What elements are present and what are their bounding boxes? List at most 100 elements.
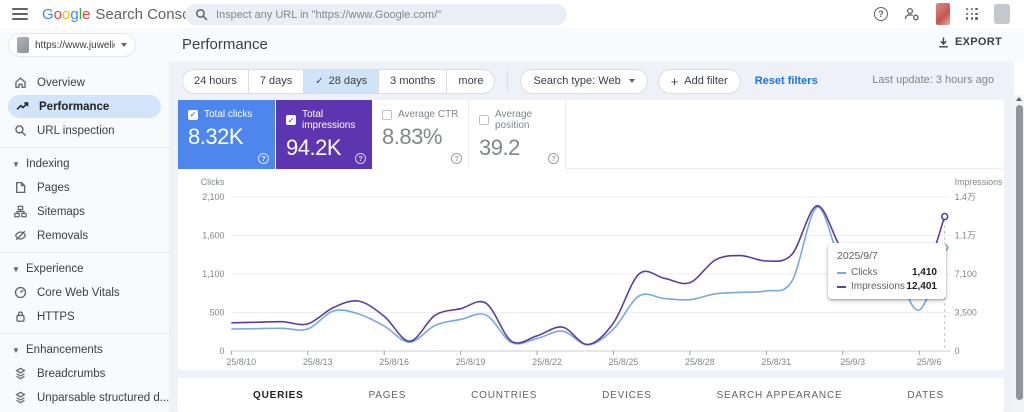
sidebar-section-indexing[interactable]: ▼ Indexing bbox=[0, 153, 169, 175]
download-icon bbox=[939, 37, 948, 48]
page-title: Performance bbox=[182, 36, 268, 53]
range-3-months[interactable]: 3 months bbox=[378, 69, 446, 93]
sidebar-item-url-inspection[interactable]: URL inspection bbox=[0, 119, 163, 142]
menu-icon[interactable] bbox=[12, 8, 28, 20]
svg-text:Impressions: Impressions bbox=[955, 177, 1003, 187]
svg-text:25/8/25: 25/8/25 bbox=[609, 357, 639, 367]
scroll-up-icon[interactable] bbox=[1016, 97, 1022, 101]
manage-users-icon[interactable] bbox=[904, 7, 920, 21]
apps-grid-icon[interactable] bbox=[966, 8, 978, 20]
tab-countries[interactable]: COUNTRIES bbox=[471, 390, 537, 401]
sidebar-item-sitemaps[interactable]: Sitemaps bbox=[0, 200, 163, 223]
sidebar: Overview Performance URL inspection ▼ In… bbox=[0, 62, 170, 412]
svg-text:1.1万: 1.1万 bbox=[955, 230, 976, 240]
impressions-series-swatch bbox=[837, 285, 846, 288]
help-icon[interactable]: ? bbox=[355, 153, 366, 164]
help-icon[interactable]: ? bbox=[258, 153, 269, 164]
range-more[interactable]: more bbox=[446, 69, 494, 93]
divider bbox=[0, 147, 169, 148]
tab-queries[interactable]: QUERIES bbox=[253, 390, 304, 401]
total-clicks-card[interactable]: ✓ Total clicks 8.32K ? bbox=[178, 100, 275, 169]
svg-text:7,100: 7,100 bbox=[955, 269, 977, 279]
svg-text:25/8/28: 25/8/28 bbox=[685, 357, 715, 367]
core-web-vitals-icon bbox=[14, 286, 27, 299]
svg-text:25/9/6: 25/9/6 bbox=[917, 357, 942, 367]
search-type-dropdown[interactable]: Search type: Web bbox=[520, 68, 648, 94]
export-button[interactable]: EXPORT bbox=[938, 36, 1002, 48]
tooltip-impressions-row: Impressions 12,401 bbox=[837, 281, 937, 292]
checkbox-unchecked-icon[interactable] bbox=[479, 115, 489, 125]
metric-cards-row: ✓ Total clicks 8.32K ? ✓ Total impressions… bbox=[178, 100, 1004, 169]
clicks-series-swatch bbox=[837, 271, 846, 274]
average-ctr-value: 8.83% bbox=[382, 124, 442, 149]
svg-text:25/8/10: 25/8/10 bbox=[226, 357, 256, 367]
svg-text:Clicks: Clicks bbox=[201, 177, 225, 187]
checkbox-unchecked-icon[interactable] bbox=[382, 109, 392, 120]
search-icon bbox=[15, 125, 27, 137]
average-ctr-card[interactable]: Average CTR 8.83% ? bbox=[372, 100, 469, 169]
total-clicks-value: 8.32K bbox=[188, 124, 244, 149]
vertical-scrollbar[interactable] bbox=[1014, 95, 1024, 412]
filter-bar: 24 hours 7 days ✓ 28 days 3 months more S… bbox=[170, 62, 1014, 100]
sidebar-item-pages[interactable]: Pages bbox=[0, 176, 163, 199]
sidebar-item-removals[interactable]: Removals bbox=[0, 224, 163, 247]
sidebar-item-https[interactable]: HTTPS bbox=[0, 305, 163, 328]
range-7-days[interactable]: 7 days bbox=[247, 69, 303, 93]
performance-panel: ✓ Total clicks 8.32K ? ✓ Total impressions… bbox=[178, 100, 1004, 370]
chart-tooltip: 2025/9/7 Clicks 1,410 Impressions 12,401 bbox=[828, 243, 946, 299]
performance-chart[interactable]: 2,100 1.4万 1,600 1.1万 1,100 7,100 500 3,500 0 0 Cl… bbox=[178, 177, 1004, 377]
svg-text:2,100: 2,100 bbox=[202, 192, 224, 202]
help-icon[interactable]: ? bbox=[874, 7, 888, 21]
divider bbox=[507, 70, 509, 92]
sidebar-item-core-web-vitals[interactable]: Core Web Vitals bbox=[0, 281, 163, 304]
app-logo: Google Search Console bbox=[42, 6, 202, 23]
checkbox-checked-icon[interactable]: ✓ bbox=[188, 109, 198, 120]
svg-text:3,500: 3,500 bbox=[955, 307, 977, 317]
average-position-card[interactable]: Average position 39.2 ? bbox=[469, 100, 566, 169]
sidebar-item-breadcrumbs[interactable]: Breadcrumbs bbox=[0, 362, 163, 385]
chevron-down-icon: ▼ bbox=[12, 264, 20, 274]
sidebar-item-performance[interactable]: Performance bbox=[8, 95, 161, 118]
svg-text:25/8/22: 25/8/22 bbox=[532, 357, 562, 367]
home-icon bbox=[15, 77, 26, 88]
chevron-down-icon bbox=[628, 79, 635, 83]
structured-data-icon bbox=[15, 391, 26, 404]
pages-icon bbox=[16, 181, 26, 194]
svg-text:25/8/31: 25/8/31 bbox=[761, 357, 791, 367]
main-content: 24 hours 7 days ✓ 28 days 3 months more S… bbox=[170, 62, 1014, 412]
svg-text:25/9/3: 25/9/3 bbox=[840, 357, 865, 367]
check-icon: ✓ bbox=[315, 75, 324, 87]
sidebar-item-overview[interactable]: Overview bbox=[0, 71, 163, 94]
tab-devices[interactable]: DEVICES bbox=[602, 390, 652, 401]
plus-icon: + bbox=[670, 73, 679, 89]
add-filter-button[interactable]: + Add filter bbox=[657, 68, 741, 94]
property-selector[interactable]: https://www.juweliersw... bbox=[8, 33, 136, 57]
tab-pages[interactable]: PAGES bbox=[369, 390, 407, 401]
chevron-down-icon: ▼ bbox=[12, 345, 20, 355]
reset-filters-link[interactable]: Reset filters bbox=[755, 75, 818, 87]
removals-icon bbox=[14, 230, 27, 241]
sidebar-section-experience[interactable]: ▼ Experience bbox=[0, 258, 169, 280]
help-icon[interactable]: ? bbox=[451, 153, 462, 164]
avatar[interactable] bbox=[936, 3, 950, 25]
range-28-days[interactable]: ✓ 28 days bbox=[303, 69, 379, 93]
tooltip-clicks-row: Clicks 1,410 bbox=[837, 267, 937, 278]
tab-dates[interactable]: DATES bbox=[907, 390, 944, 401]
google-logo: Google bbox=[42, 5, 91, 23]
scrollbar-thumb[interactable] bbox=[1015, 105, 1023, 400]
total-impressions-card[interactable]: ✓ Total impressions 94.2K ? bbox=[275, 100, 372, 169]
property-label: https://www.juweliersw... bbox=[35, 39, 115, 51]
account-avatar[interactable] bbox=[994, 4, 1010, 24]
tab-search-appearance[interactable]: SEARCH APPEARANCE bbox=[717, 390, 843, 401]
url-inspect-input[interactable] bbox=[216, 8, 557, 21]
sidebar-item-unparsable-structured-data[interactable]: Unparsable structured d... bbox=[0, 386, 169, 409]
checkbox-checked-icon[interactable]: ✓ bbox=[286, 115, 296, 125]
sidebar-section-enhancements[interactable]: ▼ Enhancements bbox=[0, 339, 169, 361]
chevron-down-icon: ▼ bbox=[12, 159, 20, 169]
range-24-hours[interactable]: 24 hours bbox=[183, 70, 248, 93]
svg-text:25/8/16: 25/8/16 bbox=[379, 357, 409, 367]
url-inspect-searchbar[interactable] bbox=[185, 4, 567, 25]
property-favicon bbox=[17, 37, 29, 53]
help-icon[interactable]: ? bbox=[548, 153, 559, 164]
sitemaps-icon bbox=[14, 205, 27, 218]
